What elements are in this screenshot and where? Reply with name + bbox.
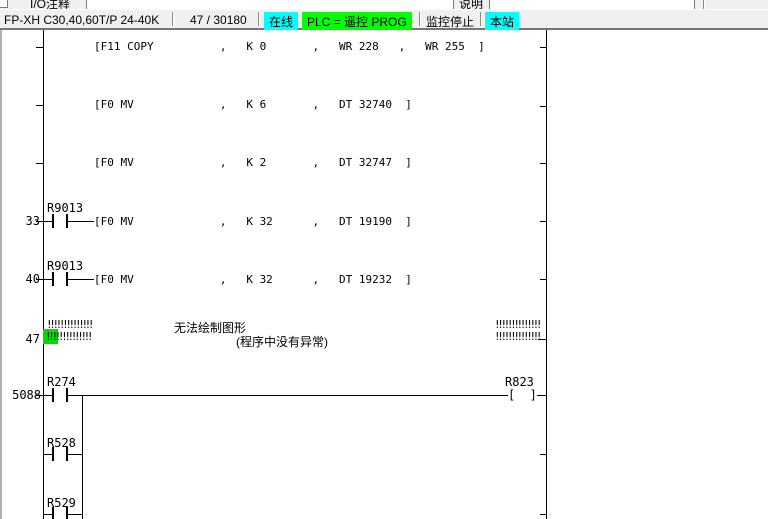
- instruction-f0-mv[interactable]: [F0 MV , K 6 , DT 32740 ]: [94, 98, 412, 111]
- comment-input[interactable]: [86, 0, 454, 9]
- rung-tick: [36, 163, 44, 164]
- status-separator: [172, 12, 174, 26]
- status-separator: [480, 12, 482, 26]
- contact-wire: [68, 514, 82, 515]
- contact-symbol[interactable]: [52, 272, 54, 286]
- rung-tick: [540, 514, 546, 515]
- rung-number: 40: [0, 272, 40, 286]
- description-label: 说明: [459, 0, 483, 9]
- instruction-f11-copy[interactable]: [F11 COPY , K 0 , WR 228 , WR 255 ]: [94, 40, 485, 53]
- coil-label: R823: [505, 375, 534, 389]
- description-input[interactable]: [489, 0, 695, 9]
- toolbar-separator: [703, 0, 705, 9]
- contact-wire: [68, 221, 94, 222]
- contact-label: R9013: [47, 259, 83, 273]
- right-bus-bar: [546, 30, 547, 519]
- rung-tick: [540, 163, 546, 164]
- contact-symbol[interactable]: [52, 214, 54, 228]
- instruction-f0-mv[interactable]: [F0 MV , K 2 , DT 32747 ]: [94, 156, 412, 169]
- contact-wire: [538, 339, 546, 340]
- status-separator: [419, 12, 421, 26]
- rung-wire: [68, 395, 508, 396]
- rung-tick: [540, 47, 546, 48]
- branch-bus: [82, 395, 83, 519]
- toolbar-edge-box: [0, 0, 8, 8]
- contact-wire: [43, 454, 52, 455]
- contact-label: R274: [47, 375, 76, 389]
- plc-mode-badge[interactable]: PLC = 遥控 PROG: [302, 12, 412, 32]
- plc-model-label: FP-XH C30,40,60T/P 24-40K: [4, 13, 159, 27]
- comment-label: I/O注释: [30, 0, 70, 9]
- contact-symbol[interactable]: [66, 507, 68, 519]
- contact-wire: [36, 279, 52, 280]
- contact-wire: [36, 395, 52, 396]
- error-marks: !!!!!!!!!!!!!!: [494, 330, 539, 343]
- rung-tick: [36, 105, 44, 106]
- rung-number: 5088: [0, 388, 41, 402]
- status-bar: FP-XH C30,40,60T/P 24-40K 47 / 30180 在线 …: [0, 9, 768, 30]
- coil-symbol[interactable]: [ ]: [508, 388, 537, 402]
- rung-number: 33: [0, 214, 40, 228]
- contact-wire: [43, 514, 52, 515]
- monitor-status-label[interactable]: 监控停止: [426, 13, 474, 30]
- rung-tick: [540, 454, 546, 455]
- rung-number: 47: [0, 332, 40, 346]
- contact-symbol[interactable]: [52, 507, 54, 519]
- online-badge[interactable]: 在线: [264, 12, 298, 32]
- error-submessage: (程序中没有异常): [236, 333, 328, 350]
- error-marks: !!!!!!!!!!!!!!: [45, 330, 90, 343]
- rung-tick: [540, 221, 546, 222]
- rung-tick: [36, 47, 44, 48]
- coil-wire: [537, 395, 546, 396]
- rung-tick: [540, 106, 546, 107]
- rung-tick: [540, 279, 546, 280]
- instruction-f0-mv[interactable]: [F0 MV , K 32 , DT 19190 ]: [94, 215, 412, 228]
- contact-symbol[interactable]: [52, 447, 54, 461]
- comment-toolbar-row: I/O注释 说明: [0, 0, 768, 9]
- ladder-editor-area[interactable]: [F11 COPY , K 0 , WR 228 , WR 255 ] [F0 …: [0, 30, 768, 519]
- contact-wire: [68, 279, 94, 280]
- contact-symbol[interactable]: [52, 388, 54, 402]
- status-separator: [258, 12, 260, 26]
- left-bus-bar: [43, 30, 44, 519]
- contact-wire: [68, 454, 82, 455]
- station-badge[interactable]: 本站: [485, 12, 519, 32]
- step-position-label: 47 / 30180: [190, 13, 247, 27]
- contact-wire: [36, 221, 52, 222]
- instruction-f0-mv[interactable]: [F0 MV , K 32 , DT 19232 ]: [94, 273, 412, 286]
- contact-label: R9013: [47, 201, 83, 215]
